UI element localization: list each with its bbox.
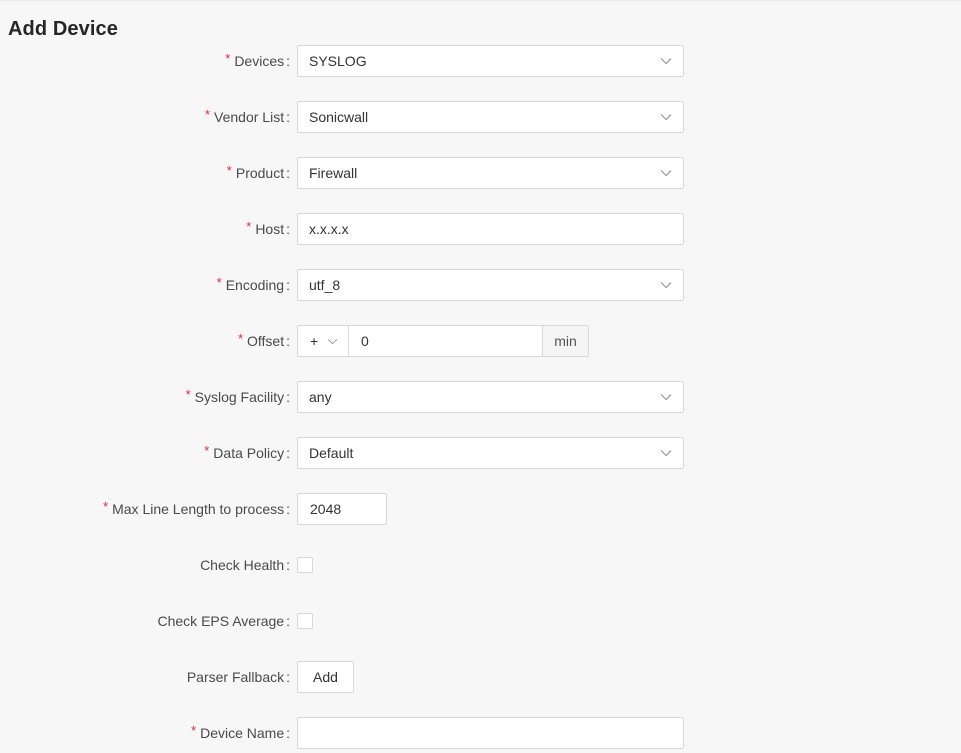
devices-select[interactable]: SYSLOG <box>297 45 684 77</box>
required-marker: * <box>204 107 211 122</box>
offset-label: * Offset: <box>237 331 290 349</box>
required-marker: * <box>103 499 109 514</box>
device-name-input[interactable] <box>297 717 684 749</box>
devices-row: * Devices: SYSLOG <box>0 45 961 77</box>
chevron-down-icon <box>660 393 672 401</box>
offset-value-input[interactable]: 0 <box>348 325 543 357</box>
required-marker: * <box>191 723 197 738</box>
syslog-facility-label: * Syslog Facility: <box>185 387 290 405</box>
encoding-select-value: utf_8 <box>309 277 341 293</box>
required-marker: * <box>226 163 232 178</box>
product-select[interactable]: Firewall <box>297 157 684 189</box>
max-line-length-input[interactable]: 2048 <box>297 493 387 525</box>
page-title: Add Device <box>8 18 118 40</box>
syslog-facility-row: * Syslog Facility: any <box>0 381 961 413</box>
encoding-row: * Encoding: utf_8 <box>0 269 961 301</box>
offset-sign-value: + <box>310 333 319 349</box>
encoding-label: * Encoding: <box>216 275 290 293</box>
required-marker: * <box>237 331 244 346</box>
device-name-row: * Device Name: <box>0 717 961 749</box>
chevron-down-icon <box>660 281 672 289</box>
data-policy-row: * Data Policy: Default <box>0 437 961 469</box>
required-marker: * <box>246 219 252 234</box>
product-select-value: Firewall <box>309 165 358 181</box>
syslog-facility-select[interactable]: any <box>297 381 684 413</box>
product-row: * Product: Firewall <box>0 157 961 189</box>
host-row: * Host: x.x.x.x <box>0 213 961 245</box>
encoding-select[interactable]: utf_8 <box>297 269 684 301</box>
parser-fallback-add-button[interactable]: Add <box>297 661 354 693</box>
add-device-page: Add Device * Devices: SYSLOG * Vendor List… <box>0 0 961 753</box>
chevron-down-icon <box>660 57 672 65</box>
devices-label: * Devices: <box>225 51 290 69</box>
vendor-list-select-value: Sonicwall <box>309 109 369 125</box>
offset-sign-select[interactable]: + <box>297 325 349 357</box>
product-label: * Product: <box>226 163 290 181</box>
check-eps-average-checkbox[interactable] <box>297 613 313 629</box>
device-name-label: * Device Name: <box>191 723 290 741</box>
host-input-value: x.x.x.x <box>309 221 349 237</box>
max-line-length-label: * Max Line Length to process: <box>103 499 290 517</box>
max-line-length-row: * Max Line Length to process: 2048 <box>0 493 961 525</box>
data-policy-select[interactable]: Default <box>297 437 684 469</box>
chevron-down-icon <box>660 113 672 121</box>
host-input[interactable]: x.x.x.x <box>297 213 684 245</box>
check-health-checkbox[interactable] <box>297 557 313 573</box>
chevron-down-icon <box>660 169 672 177</box>
check-eps-average-row: Check EPS Average: <box>0 605 961 637</box>
vendor-list-label: * Vendor List: <box>204 107 290 125</box>
offset-unit-addon: min <box>542 325 589 357</box>
parser-fallback-row: Parser Fallback: Add <box>0 661 961 693</box>
required-marker: * <box>216 275 222 290</box>
offset-value: 0 <box>361 333 369 349</box>
required-marker: * <box>225 51 231 66</box>
max-line-length-value: 2048 <box>310 501 342 517</box>
offset-row: * Offset: + 0 min <box>0 325 961 357</box>
vendor-list-row: * Vendor List: Sonicwall <box>0 101 961 133</box>
required-marker: * <box>185 387 191 402</box>
data-policy-select-value: Default <box>309 445 354 461</box>
host-label: * Host: <box>246 219 290 237</box>
parser-fallback-label: Parser Fallback: <box>186 669 290 685</box>
vendor-list-select[interactable]: Sonicwall <box>297 101 684 133</box>
devices-select-value: SYSLOG <box>309 53 367 69</box>
check-eps-average-label: Check EPS Average: <box>157 613 291 629</box>
chevron-down-icon <box>660 449 672 457</box>
data-policy-label: * Data Policy: <box>204 443 290 461</box>
check-health-row: Check Health: <box>0 549 961 581</box>
chevron-down-icon <box>327 338 338 345</box>
offset-input-group: + 0 min <box>297 325 589 357</box>
required-marker: * <box>204 443 210 458</box>
check-health-label: Check Health: <box>200 557 290 573</box>
syslog-facility-select-value: any <box>309 389 332 405</box>
